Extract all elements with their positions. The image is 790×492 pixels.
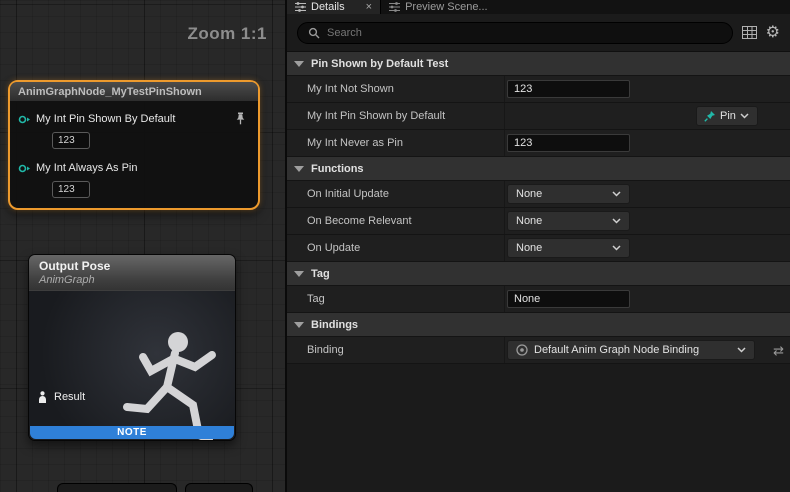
- binding-dropdown[interactable]: Default Anim Graph Node Binding: [507, 340, 755, 360]
- chevron-down-icon: [612, 191, 621, 197]
- graph-canvas[interactable]: Zoom 1:1 AnimGraphNode_MyTestPinShown My…: [0, 0, 285, 492]
- result-pin-label: Result: [54, 391, 85, 403]
- output-pose-node[interactable]: Output Pose AnimGraph: [28, 254, 236, 441]
- property-label: My Int Not Shown: [287, 76, 504, 102]
- property-label: On Initial Update: [287, 181, 504, 207]
- property-row: On Initial Update None: [287, 181, 790, 208]
- node-preview-image: Result NOTE: [29, 291, 235, 440]
- chevron-down-icon: [612, 218, 621, 224]
- pin-value-input[interactable]: [52, 132, 90, 149]
- chevron-down-icon: [612, 245, 621, 251]
- property-label: Tag: [287, 286, 504, 312]
- int-pin-icon[interactable]: [18, 163, 30, 174]
- pin-icon: [704, 110, 716, 122]
- node-title: Output Pose: [39, 259, 225, 273]
- binding-icon: [516, 344, 528, 356]
- pin-visibility-dropdown[interactable]: Pin: [696, 106, 758, 126]
- node-comment-bubble[interactable]: NOTE: [30, 426, 234, 439]
- section-tag: Tag Tag: [287, 262, 790, 313]
- on-become-relevant-dropdown[interactable]: None: [507, 211, 630, 231]
- my-int-not-shown-input[interactable]: [507, 80, 630, 98]
- chevron-down-icon: [294, 61, 304, 67]
- property-label: Binding: [287, 337, 504, 363]
- property-row: Tag: [287, 286, 790, 313]
- dropdown-value: None: [516, 215, 542, 227]
- property-label: My Int Pin Shown by Default: [287, 103, 504, 129]
- mannequin-figure: [119, 321, 231, 441]
- category-title: Pin Shown by Default Test: [311, 58, 448, 70]
- reset-to-default-icon[interactable]: ⇄: [773, 344, 784, 357]
- category-title: Functions: [311, 163, 364, 175]
- tab-bar: Details × Preview Scene...: [287, 0, 790, 14]
- preview-scene-icon: [389, 2, 400, 12]
- search-box[interactable]: [297, 22, 733, 44]
- search-input[interactable]: [327, 27, 722, 39]
- chevron-down-icon: [737, 347, 746, 353]
- property-label: On Update: [287, 235, 504, 261]
- zoom-level: Zoom 1:1: [187, 24, 267, 44]
- partial-node[interactable]: [185, 483, 253, 492]
- int-pin-icon[interactable]: [18, 114, 30, 125]
- dropdown-value: Pin: [720, 110, 736, 122]
- pin-label: My Int Always As Pin: [36, 162, 137, 174]
- on-update-dropdown[interactable]: None: [507, 238, 630, 258]
- partial-node[interactable]: [57, 483, 177, 492]
- tab-preview-scene[interactable]: Preview Scene...: [381, 0, 496, 14]
- property-row: On Become Relevant None: [287, 208, 790, 235]
- category-header[interactable]: Pin Shown by Default Test: [287, 52, 790, 76]
- anim-graph-node[interactable]: AnimGraphNode_MyTestPinShown My Int Pin …: [8, 80, 260, 210]
- category-title: Bindings: [311, 319, 358, 331]
- category-header[interactable]: Bindings: [287, 313, 790, 337]
- property-row: My Int Never as Pin: [287, 130, 790, 157]
- result-pin[interactable]: Result: [37, 391, 85, 403]
- display-settings-icon[interactable]: [742, 26, 757, 39]
- property-label: On Become Relevant: [287, 208, 504, 234]
- search-icon: [308, 27, 320, 39]
- chevron-down-icon: [740, 113, 749, 119]
- search-row: ⚙: [287, 14, 790, 52]
- property-row: On Update None: [287, 235, 790, 262]
- section-functions: Functions On Initial Update None On Beco…: [287, 157, 790, 262]
- chevron-down-icon: [294, 322, 304, 328]
- category-header[interactable]: Tag: [287, 262, 790, 286]
- gear-icon[interactable]: ⚙: [766, 25, 780, 41]
- dropdown-value: None: [516, 242, 542, 254]
- pin-value-input[interactable]: [52, 181, 90, 198]
- property-row: Binding Default Anim Graph Node Binding …: [287, 337, 790, 364]
- property-row: My Int Not Shown: [287, 76, 790, 103]
- property-row: My Int Pin Shown by Default Pin: [287, 103, 790, 130]
- output-pose-header[interactable]: Output Pose AnimGraph: [29, 255, 235, 291]
- pushpin-icon[interactable]: [235, 112, 246, 125]
- close-icon[interactable]: ×: [366, 2, 372, 13]
- my-int-never-as-pin-input[interactable]: [507, 134, 630, 152]
- details-icon: [295, 2, 306, 12]
- property-label: My Int Never as Pin: [287, 130, 504, 156]
- tag-input[interactable]: [507, 290, 630, 308]
- details-panel: Details × Preview Scene... ⚙: [285, 0, 790, 492]
- category-title: Tag: [311, 268, 330, 280]
- section-bindings: Bindings Binding Default Anim Graph Node…: [287, 313, 790, 364]
- tab-label: Details: [311, 1, 345, 13]
- dropdown-value: Default Anim Graph Node Binding: [534, 344, 731, 356]
- chevron-down-icon: [294, 166, 304, 172]
- category-header[interactable]: Functions: [287, 157, 790, 181]
- node-title[interactable]: AnimGraphNode_MyTestPinShown: [10, 82, 258, 102]
- pose-pin-icon[interactable]: [37, 391, 48, 403]
- tab-details[interactable]: Details ×: [287, 0, 380, 14]
- on-initial-update-dropdown[interactable]: None: [507, 184, 630, 204]
- tab-label: Preview Scene...: [405, 1, 488, 13]
- unreal-editor-window: Zoom 1:1 AnimGraphNode_MyTestPinShown My…: [0, 0, 790, 492]
- node-subtitle: AnimGraph: [39, 274, 225, 286]
- chevron-down-icon: [294, 271, 304, 277]
- pin-label: My Int Pin Shown By Default: [36, 113, 175, 125]
- section-pin-shown-by-default-test: Pin Shown by Default Test My Int Not Sho…: [287, 52, 790, 157]
- dropdown-value: None: [516, 188, 542, 200]
